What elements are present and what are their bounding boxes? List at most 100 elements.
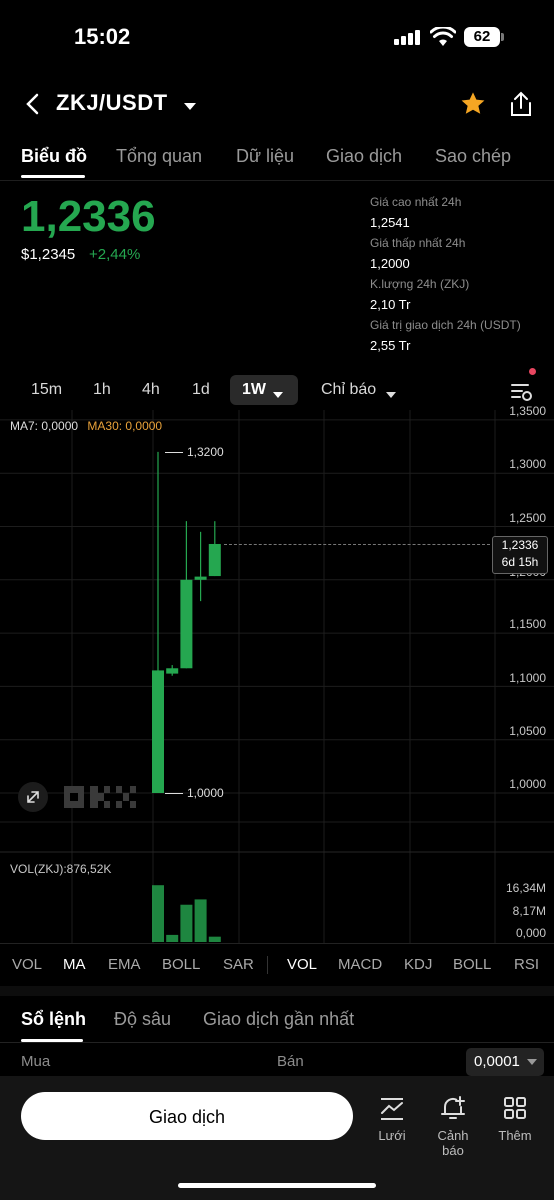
current-price-line: [224, 544, 490, 545]
ma30-value: MA30: 0,0000: [87, 419, 163, 433]
interval-1w[interactable]: 1W: [242, 381, 266, 399]
price-change: +2,44%: [89, 246, 141, 263]
y-tick: 1,3000: [509, 457, 546, 471]
tab-data[interactable]: Dữ liệu: [236, 146, 294, 167]
tab-trades[interactable]: Giao dịch: [326, 146, 402, 167]
buy-label: Mua: [21, 1053, 51, 1070]
volume-bar: [166, 934, 179, 942]
tab-copy[interactable]: Sao chép: [435, 146, 511, 167]
grid-label[interactable]: Lưới: [378, 1128, 406, 1143]
precision-value: 0,0001: [474, 1053, 520, 1070]
main-indicator-ma[interactable]: MA: [63, 956, 86, 973]
share-icon[interactable]: [508, 90, 534, 118]
stat-high-label: Giá cao nhất 24h: [370, 195, 462, 209]
sub-indicator-rsi[interactable]: RSI: [514, 956, 539, 973]
divider: [0, 180, 554, 181]
ma7-value: MA7: 0,0000: [10, 419, 79, 433]
divider: [0, 943, 554, 944]
y-tick: 1,3500: [509, 404, 546, 418]
usd-price: $1,2345: [21, 246, 76, 263]
last-price: 1,2336: [21, 192, 156, 241]
more-label[interactable]: Thêm: [496, 1128, 534, 1143]
ma-legend: MA7: 0,0000 MA30: 0,0000: [10, 419, 162, 433]
y-tick: 1,0000: [509, 777, 546, 791]
y-tick: 1,0500: [509, 724, 546, 738]
status-time: 15:02: [74, 24, 131, 49]
sub-indicator-vol[interactable]: VOL: [287, 956, 317, 973]
interval-1h[interactable]: 1h: [93, 381, 111, 399]
main-indicator-boll[interactable]: BOLL: [162, 956, 200, 973]
y-tick: 1,1000: [509, 671, 546, 685]
caret-down-icon[interactable]: [183, 98, 197, 110]
candle-body: [194, 576, 207, 580]
battery-indicator: 62: [464, 27, 500, 47]
indicator-menu[interactable]: Chỉ báo: [321, 381, 376, 399]
main-indicator-ema[interactable]: EMA: [108, 956, 141, 973]
main-tabs: Biểu đồ Tổng quan Dữ liệu Giao dịch Sao …: [0, 140, 554, 180]
alerts-label[interactable]: Cảnh báo: [425, 1128, 481, 1158]
exchange-logo-icon: [64, 786, 136, 808]
candle-countdown: 6d 15h: [501, 555, 539, 569]
volume-bar: [180, 904, 193, 942]
volume-tick: 0,000: [515, 926, 546, 940]
volume-bar: [208, 936, 221, 942]
notification-dot: [529, 368, 536, 375]
indicator-separator: [267, 956, 268, 974]
candle-body: [152, 670, 164, 793]
tab-chart[interactable]: Biểu đồ: [21, 146, 87, 167]
pair-title[interactable]: ZKJ/USDT: [56, 90, 168, 116]
low-marker-line: [165, 793, 183, 794]
chart-settings-icon[interactable]: [508, 378, 534, 404]
volume-bar: [194, 899, 207, 942]
volume-legend: VOL(ZKJ):876,52K: [10, 862, 112, 876]
main-indicator-sar[interactable]: SAR: [223, 956, 254, 973]
stat-volume-label: K.lượng 24h (ZKJ): [370, 277, 470, 291]
precision-select[interactable]: 0,0001: [466, 1048, 544, 1076]
star-icon[interactable]: [458, 90, 488, 118]
grid-bot-icon[interactable]: [378, 1096, 406, 1122]
tab-active-underline: [21, 175, 85, 178]
volume-tick: 8,17M: [512, 904, 546, 918]
current-price-tag: 1,2336 6d 15h: [492, 536, 548, 574]
stat-turnover-label: Giá trị giao dịch 24h (USDT): [370, 318, 521, 332]
interval-15m[interactable]: 15m: [31, 381, 62, 399]
stat-low-label: Giá thấp nhất 24h: [370, 236, 466, 250]
current-price-value: 1,2336: [501, 538, 539, 552]
sub-indicator-boll[interactable]: BOLL: [453, 956, 491, 973]
high-marker-line: [165, 452, 183, 453]
interval-1d[interactable]: 1d: [192, 381, 210, 399]
stat-turnover-value: 2,55 Tr: [370, 338, 411, 353]
y-tick: 1,2500: [509, 511, 546, 525]
section-gap: [0, 986, 554, 996]
candle-body: [166, 668, 179, 674]
caret-down-icon: [385, 386, 397, 398]
interval-4h[interactable]: 4h: [142, 381, 160, 399]
home-indicator: [178, 1183, 376, 1188]
low-label: 1,0000: [187, 786, 224, 800]
y-tick: 1,1500: [509, 617, 546, 631]
tab-recent-trades[interactable]: Giao dịch gần nhất: [203, 1009, 354, 1030]
sub-indicator-macd[interactable]: MACD: [338, 956, 382, 973]
cellular-signal-icon: [394, 29, 422, 45]
stat-low-value: 1,2000: [370, 256, 410, 271]
candle-body: [208, 543, 221, 577]
sub-indicator-kdj[interactable]: KDJ: [404, 956, 432, 973]
battery-tip: [501, 33, 504, 41]
volume-tick: 16,34M: [505, 881, 546, 895]
main-indicator-vol[interactable]: VOL: [12, 956, 42, 973]
back-icon[interactable]: [22, 92, 42, 116]
tab-orderbook[interactable]: Sổ lệnh: [21, 1009, 86, 1030]
wifi-icon: [429, 25, 457, 47]
trade-button[interactable]: Giao dịch: [21, 1092, 353, 1140]
volume-bar: [152, 885, 164, 942]
stat-volume-value: 2,10 Tr: [370, 297, 411, 312]
tab-depth[interactable]: Độ sâu: [114, 1009, 171, 1030]
tab-overview[interactable]: Tổng quan: [116, 146, 202, 167]
bell-plus-icon[interactable]: [438, 1094, 468, 1122]
caret-down-icon: [272, 386, 284, 398]
grid-menu-icon[interactable]: [503, 1096, 527, 1120]
expand-icon[interactable]: [18, 782, 48, 812]
candle-body: [180, 579, 193, 669]
high-label: 1,3200: [187, 445, 224, 459]
sell-label: Bán: [277, 1053, 304, 1070]
